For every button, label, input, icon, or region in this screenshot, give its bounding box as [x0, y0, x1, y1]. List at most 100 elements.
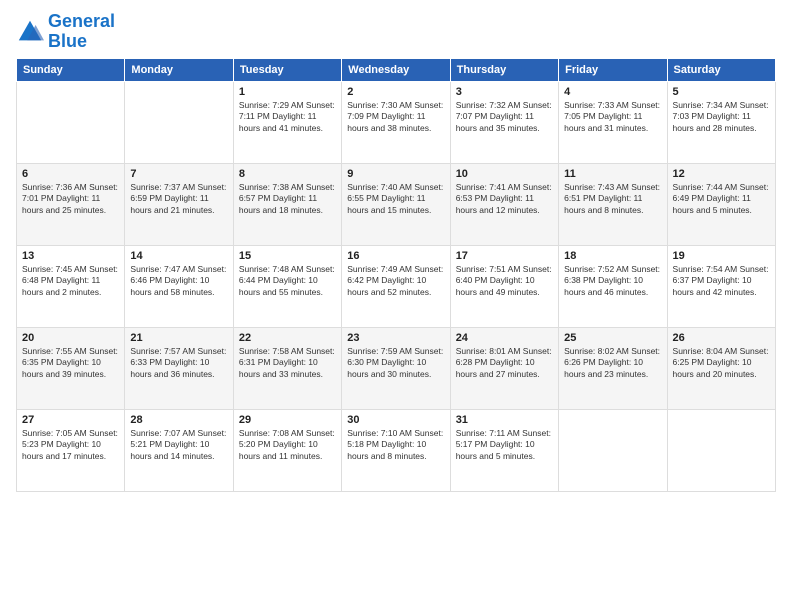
day-number: 9 — [347, 168, 444, 180]
day-number: 11 — [564, 168, 661, 180]
day-number: 12 — [673, 168, 770, 180]
day-info: Sunrise: 7:30 AM Sunset: 7:09 PM Dayligh… — [347, 100, 444, 136]
day-cell: 1 Sunrise: 7:29 AM Sunset: 7:11 PM Daylig… — [233, 81, 341, 163]
day-cell: 18Sunrise: 7:52 AM Sunset: 6:38 PM Dayli… — [559, 245, 667, 327]
logo: General Blue — [16, 12, 115, 52]
day-cell: 25 Sunrise: 8:02 AM Sunset: 6:26 PM Dayli… — [559, 327, 667, 409]
day-info: Sunrise: 7:45 AM Sunset: 6:48 PM Dayligh… — [22, 264, 119, 300]
page: General Blue SundayMondayTuesdayWednesda… — [0, 0, 792, 612]
day-number: 21 — [130, 332, 227, 344]
day-info: Sunrise: 7:37 AM Sunset: 6:59 PM Dayligh… — [130, 182, 227, 218]
weekday-header-friday: Friday — [559, 58, 667, 81]
day-cell: 9Sunrise: 7:40 AM Sunset: 6:55 PM Daylig… — [342, 163, 450, 245]
day-info: Sunrise: 7:11 AM Sunset: 5:17 PM Dayligh… — [456, 428, 553, 464]
day-info: Sunrise: 8:01 AM Sunset: 6:28 PM Dayligh… — [456, 346, 553, 382]
day-number: 10 — [456, 168, 553, 180]
day-info: Sunrise: 7:52 AM Sunset: 6:38 PM Dayligh… — [564, 264, 661, 300]
calendar-table: SundayMondayTuesdayWednesdayThursdayFrid… — [16, 58, 776, 492]
day-info: Sunrise: 7:07 AM Sunset: 5:21 PM Dayligh… — [130, 428, 227, 464]
day-info: Sunrise: 7:59 AM Sunset: 6:30 PM Dayligh… — [347, 346, 444, 382]
day-cell: 12 Sunrise: 7:44 AM Sunset: 6:49 PM Dayli… — [667, 163, 775, 245]
week-row-1: 6Sunrise: 7:36 AM Sunset: 7:01 PM Daylig… — [17, 163, 776, 245]
day-cell: 26 Sunrise: 8:04 AM Sunset: 6:25 PM Dayli… — [667, 327, 775, 409]
day-info: Sunrise: 7:32 AM Sunset: 7:07 PM Dayligh… — [456, 100, 553, 136]
day-cell: 23 Sunrise: 7:59 AM Sunset: 6:30 PM Dayli… — [342, 327, 450, 409]
day-number: 23 — [347, 332, 444, 344]
day-cell: 3 Sunrise: 7:32 AM Sunset: 7:07 PM Daylig… — [450, 81, 558, 163]
weekday-header-monday: Monday — [125, 58, 233, 81]
day-cell — [559, 409, 667, 491]
day-number: 28 — [130, 414, 227, 426]
day-number: 3 — [456, 86, 553, 98]
day-number: 29 — [239, 414, 336, 426]
week-row-0: 1 Sunrise: 7:29 AM Sunset: 7:11 PM Daylig… — [17, 81, 776, 163]
day-number: 13 — [22, 250, 119, 262]
day-cell: 6Sunrise: 7:36 AM Sunset: 7:01 PM Daylig… — [17, 163, 125, 245]
week-row-2: 13 Sunrise: 7:45 AM Sunset: 6:48 PM Dayli… — [17, 245, 776, 327]
day-number: 26 — [673, 332, 770, 344]
day-info: Sunrise: 7:49 AM Sunset: 6:42 PM Dayligh… — [347, 264, 444, 300]
day-cell: 31 Sunrise: 7:11 AM Sunset: 5:17 PM Dayli… — [450, 409, 558, 491]
day-cell: 8 Sunrise: 7:38 AM Sunset: 6:57 PM Daylig… — [233, 163, 341, 245]
day-number: 14 — [130, 250, 227, 262]
weekday-header-saturday: Saturday — [667, 58, 775, 81]
day-info: Sunrise: 7:48 AM Sunset: 6:44 PM Dayligh… — [239, 264, 336, 300]
day-cell: 27 Sunrise: 7:05 AM Sunset: 5:23 PM Dayli… — [17, 409, 125, 491]
day-cell: 4 Sunrise: 7:33 AM Sunset: 7:05 PM Daylig… — [559, 81, 667, 163]
day-number: 22 — [239, 332, 336, 344]
weekday-header-row: SundayMondayTuesdayWednesdayThursdayFrid… — [17, 58, 776, 81]
weekday-header-sunday: Sunday — [17, 58, 125, 81]
day-number: 16 — [347, 250, 444, 262]
day-number: 17 — [456, 250, 553, 262]
day-info: Sunrise: 8:04 AM Sunset: 6:25 PM Dayligh… — [673, 346, 770, 382]
day-number: 31 — [456, 414, 553, 426]
day-info: Sunrise: 7:33 AM Sunset: 7:05 PM Dayligh… — [564, 100, 661, 136]
logo-icon — [16, 18, 44, 46]
day-info: Sunrise: 7:43 AM Sunset: 6:51 PM Dayligh… — [564, 182, 661, 218]
day-info: Sunrise: 7:54 AM Sunset: 6:37 PM Dayligh… — [673, 264, 770, 300]
day-cell: 2Sunrise: 7:30 AM Sunset: 7:09 PM Daylig… — [342, 81, 450, 163]
header: General Blue — [16, 12, 776, 52]
day-cell — [17, 81, 125, 163]
day-number: 1 — [239, 86, 336, 98]
day-number: 19 — [673, 250, 770, 262]
day-cell: 10 Sunrise: 7:41 AM Sunset: 6:53 PM Dayli… — [450, 163, 558, 245]
day-info: Sunrise: 7:58 AM Sunset: 6:31 PM Dayligh… — [239, 346, 336, 382]
day-cell: 21Sunrise: 7:57 AM Sunset: 6:33 PM Dayli… — [125, 327, 233, 409]
logo-text: General Blue — [48, 12, 115, 52]
day-number: 27 — [22, 414, 119, 426]
day-cell: 22 Sunrise: 7:58 AM Sunset: 6:31 PM Dayli… — [233, 327, 341, 409]
weekday-header-tuesday: Tuesday — [233, 58, 341, 81]
day-cell: 17Sunrise: 7:51 AM Sunset: 6:40 PM Dayli… — [450, 245, 558, 327]
day-number: 8 — [239, 168, 336, 180]
day-info: Sunrise: 7:41 AM Sunset: 6:53 PM Dayligh… — [456, 182, 553, 218]
day-info: Sunrise: 7:44 AM Sunset: 6:49 PM Dayligh… — [673, 182, 770, 218]
weekday-header-thursday: Thursday — [450, 58, 558, 81]
day-number: 15 — [239, 250, 336, 262]
day-number: 25 — [564, 332, 661, 344]
day-number: 4 — [564, 86, 661, 98]
day-number: 6 — [22, 168, 119, 180]
day-cell: 29 Sunrise: 7:08 AM Sunset: 5:20 PM Dayli… — [233, 409, 341, 491]
day-info: Sunrise: 7:08 AM Sunset: 5:20 PM Dayligh… — [239, 428, 336, 464]
day-number: 30 — [347, 414, 444, 426]
day-info: Sunrise: 7:29 AM Sunset: 7:11 PM Dayligh… — [239, 100, 336, 136]
day-number: 20 — [22, 332, 119, 344]
day-number: 7 — [130, 168, 227, 180]
day-number: 5 — [673, 86, 770, 98]
day-cell: 16 Sunrise: 7:49 AM Sunset: 6:42 PM Dayli… — [342, 245, 450, 327]
weekday-header-wednesday: Wednesday — [342, 58, 450, 81]
day-cell: 11 Sunrise: 7:43 AM Sunset: 6:51 PM Dayli… — [559, 163, 667, 245]
day-info: Sunrise: 7:05 AM Sunset: 5:23 PM Dayligh… — [22, 428, 119, 464]
day-cell: 19 Sunrise: 7:54 AM Sunset: 6:37 PM Dayli… — [667, 245, 775, 327]
week-row-3: 20 Sunrise: 7:55 AM Sunset: 6:35 PM Dayli… — [17, 327, 776, 409]
day-cell: 7 Sunrise: 7:37 AM Sunset: 6:59 PM Daylig… — [125, 163, 233, 245]
day-info: Sunrise: 7:55 AM Sunset: 6:35 PM Dayligh… — [22, 346, 119, 382]
day-info: Sunrise: 7:47 AM Sunset: 6:46 PM Dayligh… — [130, 264, 227, 300]
day-cell: 20 Sunrise: 7:55 AM Sunset: 6:35 PM Dayli… — [17, 327, 125, 409]
day-info: Sunrise: 7:34 AM Sunset: 7:03 PM Dayligh… — [673, 100, 770, 136]
day-cell: 15 Sunrise: 7:48 AM Sunset: 6:44 PM Dayli… — [233, 245, 341, 327]
day-info: Sunrise: 8:02 AM Sunset: 6:26 PM Dayligh… — [564, 346, 661, 382]
day-info: Sunrise: 7:38 AM Sunset: 6:57 PM Dayligh… — [239, 182, 336, 218]
day-number: 24 — [456, 332, 553, 344]
